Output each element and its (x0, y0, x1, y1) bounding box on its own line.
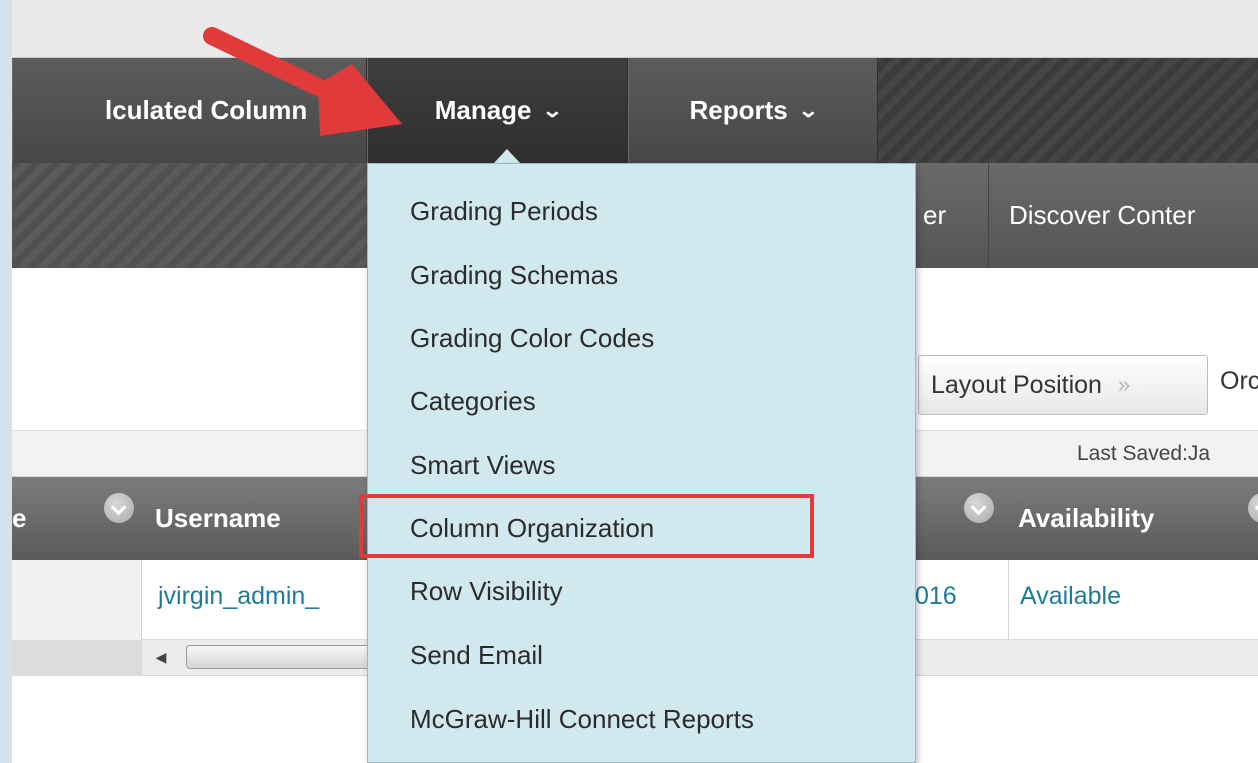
username-link[interactable]: jvirgin_admin_ (158, 582, 319, 611)
scrollbar-gutter (12, 640, 142, 676)
manage-menu[interactable]: Manage ⌄ (367, 58, 628, 163)
column-options-icon[interactable] (1248, 493, 1258, 523)
chevron-down-icon: ⌄ (797, 100, 820, 122)
manage-label: Manage (434, 95, 532, 125)
discover-content-label: Discover Conter (1009, 200, 1196, 230)
column-header-availability-label: Availability (1018, 503, 1155, 533)
menu-item-smart-views[interactable]: Smart Views (410, 450, 555, 481)
partial-toolbar-label: er (923, 200, 947, 230)
last-saved-text: Last Saved:Ja (1077, 442, 1211, 465)
left-frame-border (0, 0, 12, 763)
column-options-icon[interactable] (104, 493, 134, 523)
row-header-cell (12, 560, 142, 640)
chevron-down-icon: ⌄ (316, 100, 339, 122)
menu-item-mcgraw-hill-connect-reports[interactable]: McGraw-Hill Connect Reports (410, 704, 754, 735)
calculated-column-menu[interactable]: lculated Column ⌄ (12, 58, 367, 163)
action-menubar: lculated Column ⌄ Manage ⌄ Reports ⌄ (12, 58, 1258, 163)
menu-item-categories[interactable]: Categories (410, 386, 536, 417)
top-strip (12, 0, 1258, 58)
column-header-name-label: e (12, 503, 27, 533)
highlight-box-column-organization (359, 494, 814, 558)
column-header-username-label: Username (155, 503, 281, 533)
discover-content-button[interactable]: Discover Conter (988, 163, 1258, 268)
manage-dropdown-menu: Grading Periods Grading Schemas Grading … (367, 163, 916, 763)
layout-position-select[interactable]: Layout Position » (918, 355, 1208, 415)
scroll-left-arrow-icon[interactable]: ◀ (150, 646, 172, 668)
menu-item-grading-schemas[interactable]: Grading Schemas (410, 260, 618, 291)
column-header-name[interactable]: e (12, 477, 26, 560)
menu-item-grading-periods[interactable]: Grading Periods (410, 196, 598, 227)
menu-item-send-email[interactable]: Send Email (410, 640, 543, 671)
gradebook-page: lculated Column ⌄ Manage ⌄ Reports ⌄ er … (12, 0, 1258, 763)
menu-item-grading-color-codes[interactable]: Grading Color Codes (410, 323, 654, 354)
layout-position-label: Layout Position (931, 370, 1102, 399)
order-label: Orc (1220, 367, 1258, 395)
cell-divider (1008, 560, 1009, 640)
availability-link[interactable]: Available (1020, 582, 1121, 611)
scroll-thumb[interactable] (186, 645, 386, 669)
column-header-availability[interactable]: Availability (1018, 477, 1154, 560)
reports-label: Reports (689, 95, 788, 125)
column-options-icon[interactable] (964, 493, 994, 523)
double-chevron-down-icon: » (1117, 372, 1131, 397)
chevron-down-icon: ⌄ (541, 100, 563, 122)
date-cell: 016 (915, 582, 957, 610)
calculated-column-label: lculated Column (104, 95, 308, 125)
dropdown-pointer (493, 149, 521, 164)
menu-item-row-visibility[interactable]: Row Visibility (410, 576, 563, 607)
reports-menu[interactable]: Reports ⌄ (628, 58, 878, 163)
partial-toolbar-button[interactable]: er (912, 163, 988, 268)
column-header-username[interactable]: Username (155, 477, 281, 560)
